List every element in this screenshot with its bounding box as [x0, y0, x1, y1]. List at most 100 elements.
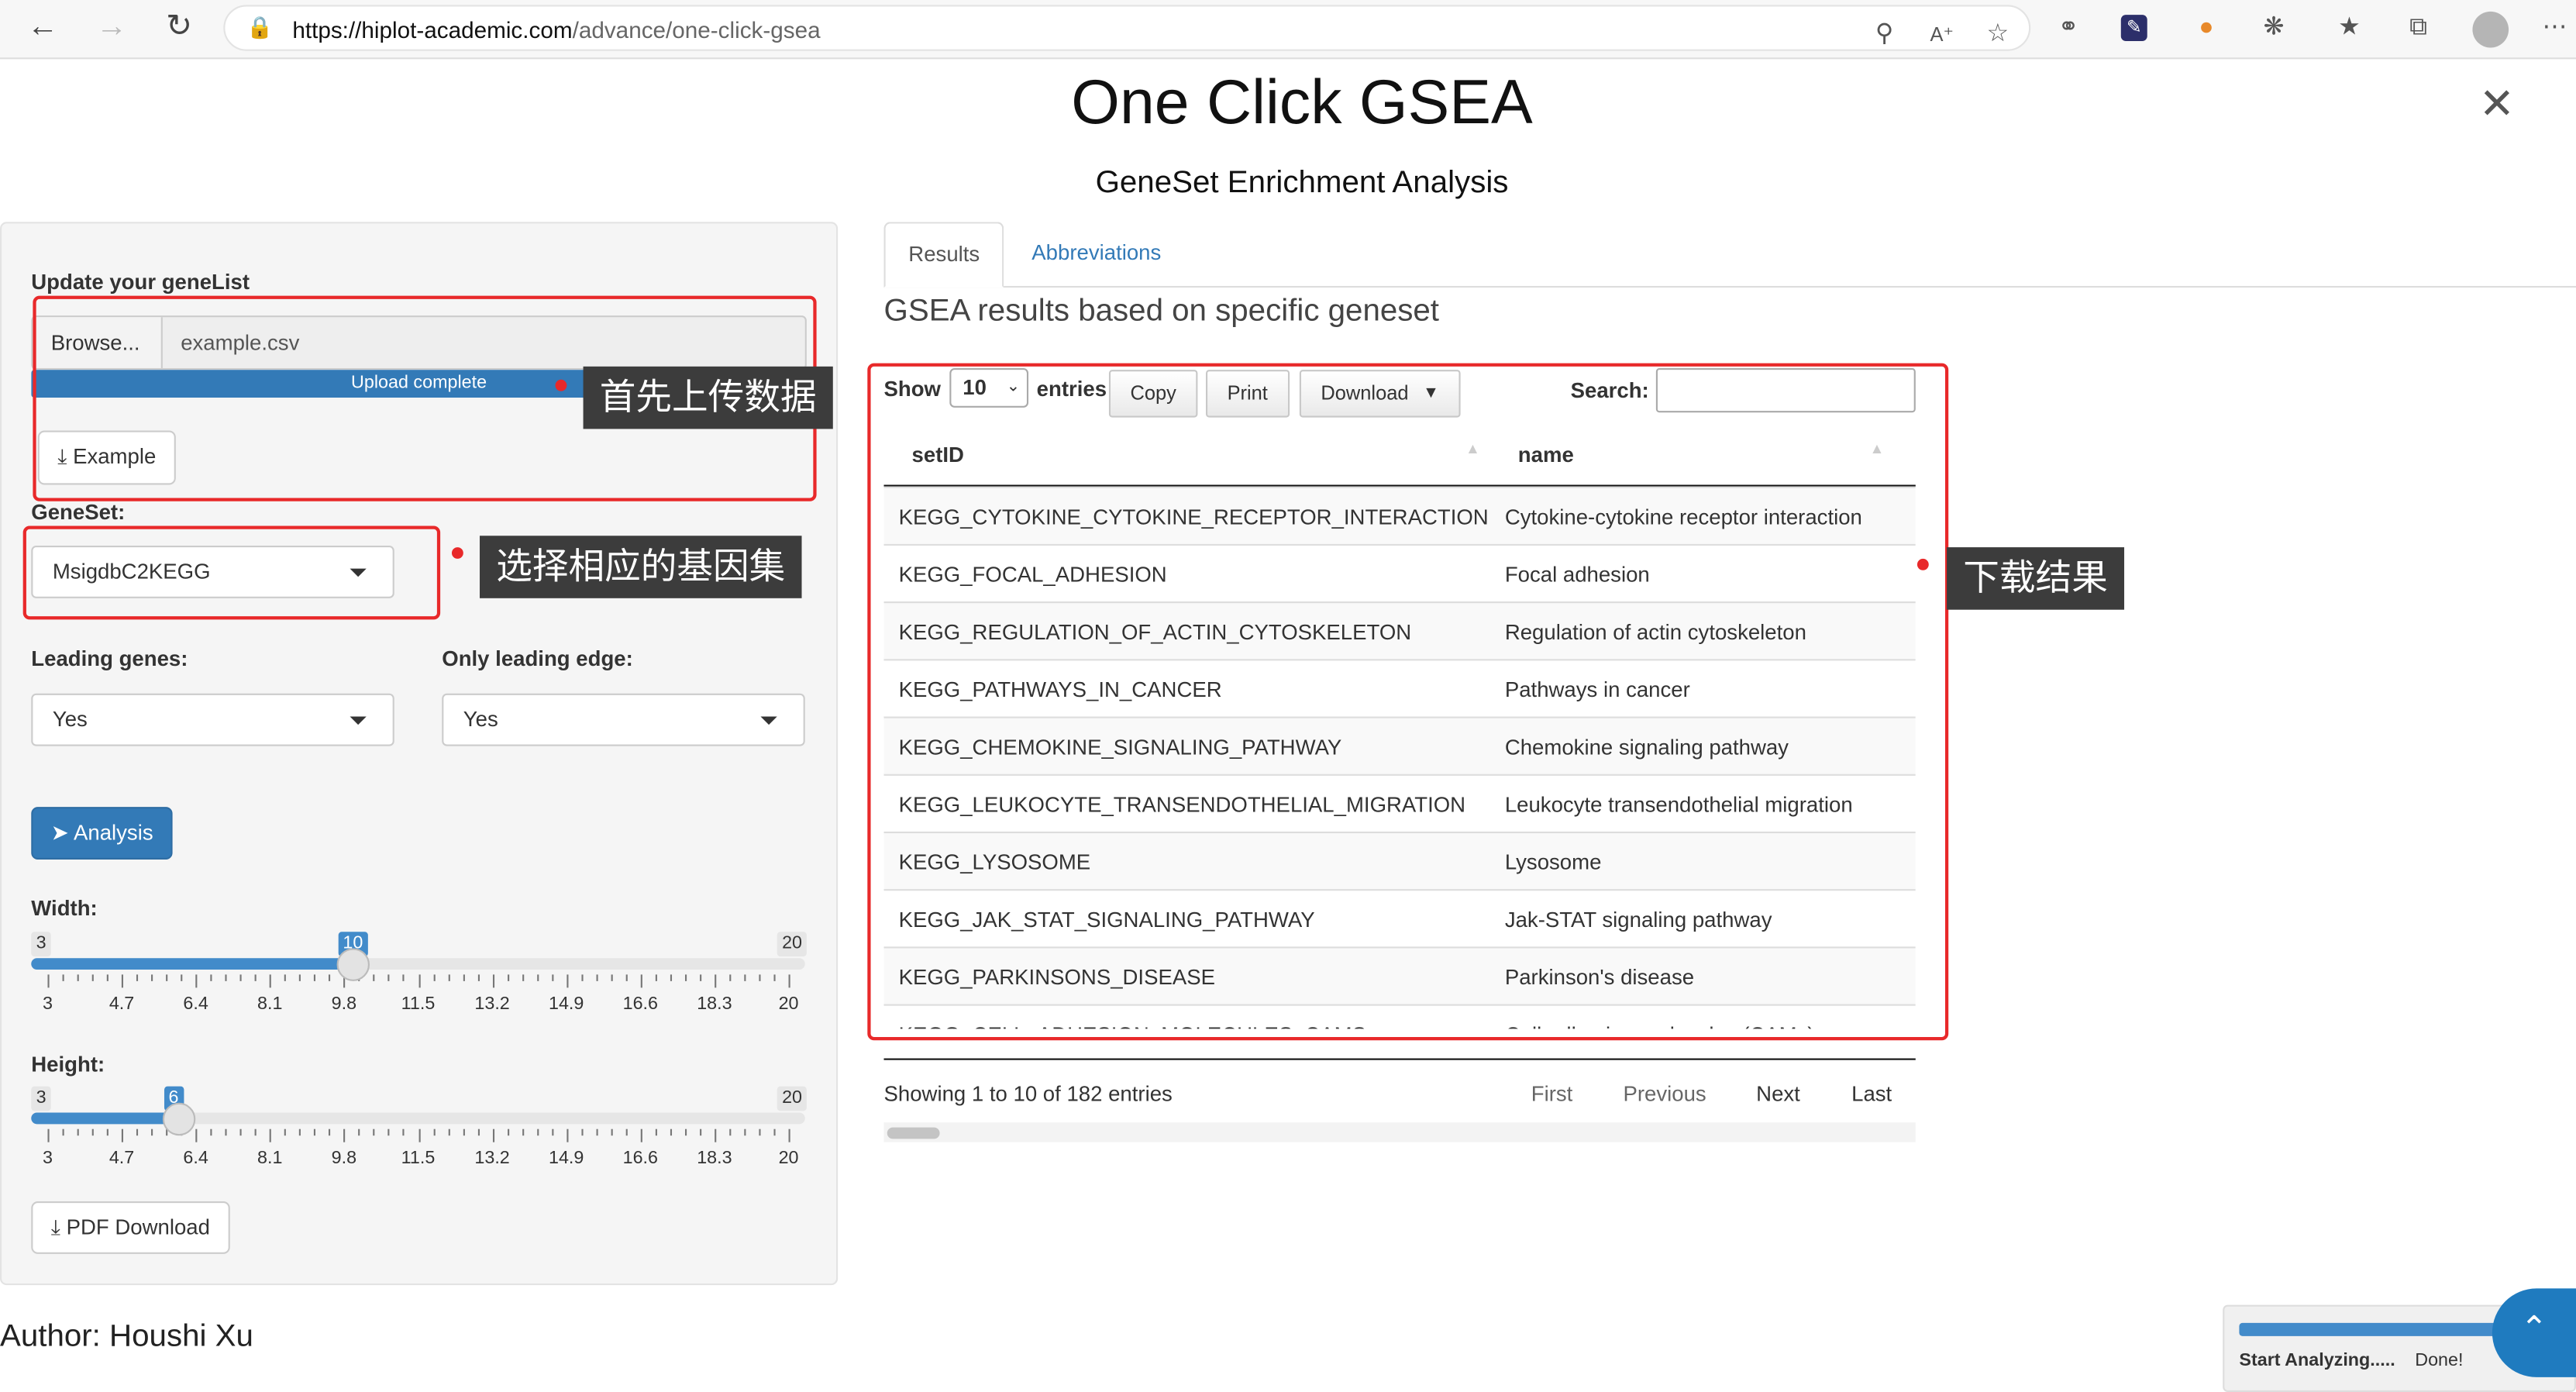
slider-minor-tick: [432, 974, 435, 981]
slider-minor-tick: [240, 974, 243, 981]
slider-minor-tick: [684, 1128, 687, 1136]
slider-handle[interactable]: [336, 948, 370, 981]
tab-results[interactable]: Results: [883, 222, 1005, 288]
download-button[interactable]: Download ▼: [1299, 370, 1461, 418]
table-row[interactable]: KEGG_PARKINSONS_DISEASE Parkinson's disea…: [883, 946, 1916, 1004]
slider-minor-tick: [403, 1128, 405, 1136]
slider-tick: [788, 974, 790, 988]
name-cell: Jak-STAT signaling pathway: [1504, 907, 1772, 932]
reload-icon[interactable]: ↻: [160, 10, 199, 47]
back-icon[interactable]: ←: [23, 10, 63, 47]
tab-abbreviations[interactable]: Abbreviations: [1009, 222, 1184, 288]
slider-fill: [31, 958, 353, 970]
geneset-label: GeneSet:: [31, 499, 126, 525]
slider-minor-tick: [580, 974, 583, 981]
collections-icon[interactable]: ⧉: [2402, 12, 2434, 44]
slider-fill: [31, 1112, 179, 1125]
analysis-button[interactable]: ➤ Analysis: [31, 807, 174, 860]
geneset-highlight: [22, 525, 441, 620]
slider-handle[interactable]: [161, 1102, 195, 1136]
page-length-select[interactable]: 10 ⌄: [949, 367, 1029, 408]
slider-minor-tick: [106, 974, 109, 981]
slider-minor-tick: [655, 974, 657, 981]
slider-minor-tick: [462, 1128, 464, 1136]
puzzle-icon[interactable]: ❋: [2257, 12, 2290, 44]
slider-min-label: 3: [31, 932, 51, 957]
slider-minor-tick: [151, 974, 153, 981]
next-page-button[interactable]: Next: [1756, 1081, 1800, 1106]
table-row[interactable]: KEGG_CHEMOKINE_SIGNALING_PATHWAY Chemokin…: [883, 716, 1916, 774]
slider-minor-tick: [729, 974, 732, 981]
search-input[interactable]: [1655, 367, 1916, 413]
forward-icon[interactable]: →: [92, 10, 132, 47]
slider-tick-label: 8.1: [257, 1149, 283, 1169]
scroll-top-button[interactable]: ⌃: [2492, 1288, 2576, 1377]
name-cell: Leukocyte transendothelial migration: [1504, 792, 1853, 817]
print-button[interactable]: Print: [1206, 370, 1290, 418]
slider-minor-tick: [611, 974, 613, 981]
favorite-add-icon[interactable]: ☆: [1982, 18, 2014, 50]
table-row[interactable]: KEGG_JAK_STAT_SIGNALING_PATHWAY Jak-STAT …: [883, 889, 1916, 946]
slider-tick: [418, 1128, 420, 1142]
slider-minor-tick: [611, 1128, 613, 1136]
download-icon: ⤓: [50, 1214, 60, 1239]
address-bar[interactable]: 🔒 https://hiplot-academic.com/advance/on…: [223, 5, 2031, 51]
favorites-icon[interactable]: ★: [2333, 12, 2365, 44]
scrollbar-thumb[interactable]: [887, 1127, 940, 1139]
slider-tick: [640, 974, 642, 988]
color-extension-icon[interactable]: ●: [2190, 12, 2223, 44]
annotation-dot: [555, 379, 567, 391]
leading-genes-select[interactable]: Yes: [31, 693, 394, 746]
slider-tick-label: 16.6: [622, 1149, 659, 1169]
table-row[interactable]: KEGG_LYSOSOME Lysosome: [883, 831, 1916, 890]
table-row[interactable]: KEGG_PATHWAYS_IN_CANCER Pathways in cance…: [883, 659, 1916, 716]
author-text: Author: Houshi Xu: [0, 1319, 253, 1355]
read-aloud-icon[interactable]: A⁺: [1926, 18, 1958, 50]
slider-minor-tick: [699, 974, 701, 981]
slider-minor-tick: [62, 1128, 64, 1136]
table-row[interactable]: KEGG_CYTOKINE_CYTOKINE_RECEPTOR_INTERACT…: [883, 486, 1916, 544]
slider-tick-label: 9.8: [331, 994, 357, 1015]
slider-tick-label: 18.3: [697, 1149, 732, 1169]
page-length-value: 10: [963, 374, 987, 400]
pen-extension-icon[interactable]: ✎: [2120, 15, 2147, 42]
slider-tick: [418, 974, 420, 988]
sort-icon[interactable]: ▲: [1869, 440, 1884, 457]
key-icon[interactable]: ⚲: [1868, 18, 1900, 50]
slider-minor-tick: [759, 1128, 761, 1136]
table-row[interactable]: KEGG_CELL_ADHESION_MOLECULES_CAMS Cell ad…: [883, 1004, 1916, 1028]
slider-minor-tick: [477, 1128, 480, 1136]
table-row[interactable]: KEGG_LEUKOCYTE_TRANSENDOTHELIAL_MIGRATIO…: [883, 774, 1916, 832]
column-setid[interactable]: setID: [912, 442, 964, 467]
slider-minor-tick: [522, 974, 524, 981]
close-icon[interactable]: ✕: [2479, 79, 2515, 130]
extension-icon[interactable]: ⚭: [2052, 12, 2085, 44]
slider-minor-tick: [136, 974, 139, 981]
table-row[interactable]: KEGG_FOCAL_ADHESION Focal adhesion: [883, 543, 1916, 601]
slider-minor-tick: [166, 974, 168, 981]
slider-minor-tick: [595, 1128, 598, 1136]
width-label: Width:: [31, 895, 98, 921]
slider-minor-tick: [374, 1128, 376, 1136]
slider-minor-tick: [729, 1128, 732, 1136]
copy-button[interactable]: Copy: [1108, 370, 1198, 418]
horizontal-scrollbar[interactable]: [883, 1122, 1916, 1142]
slider-minor-tick: [744, 974, 746, 981]
more-icon[interactable]: ⋯: [2538, 12, 2571, 44]
profile-avatar[interactable]: [2472, 11, 2509, 48]
last-page-button[interactable]: Last: [1851, 1081, 1892, 1106]
slider-tick-label: 6.4: [183, 994, 208, 1015]
sort-icon[interactable]: ▲: [1465, 440, 1480, 457]
column-name[interactable]: name: [1518, 442, 1574, 467]
slider-minor-tick: [595, 974, 598, 981]
pdf-download-button[interactable]: ⤓ PDF Download: [31, 1201, 230, 1254]
slider-minor-tick: [62, 974, 64, 981]
send-icon: ➤: [50, 820, 69, 845]
previous-page-button[interactable]: Previous: [1623, 1081, 1706, 1106]
slider-tick-label: 4.7: [108, 1149, 135, 1169]
setid-cell: KEGG_LYSOSOME: [898, 849, 1091, 875]
first-page-button[interactable]: First: [1531, 1081, 1573, 1106]
table-row[interactable]: KEGG_REGULATION_OF_ACTIN_CYTOSKELETON Reg…: [883, 601, 1916, 660]
leading-edge-select[interactable]: Yes: [442, 693, 805, 746]
slider-tick-label: 13.2: [474, 1149, 510, 1169]
